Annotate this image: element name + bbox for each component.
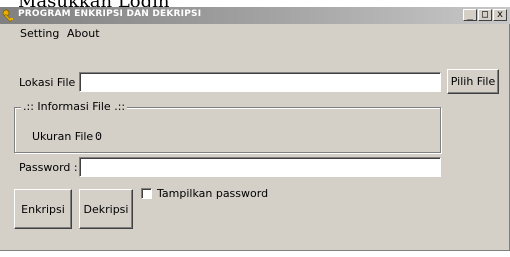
menu-setting[interactable]: Setting bbox=[20, 27, 59, 40]
file-size-label: Ukuran File : bbox=[32, 130, 101, 143]
file-info-group: .:: Informasi File .:: Ukuran File : 0 bbox=[14, 100, 441, 153]
file-info-legend: .:: Informasi File .:: bbox=[21, 100, 128, 113]
menu-bar: Setting About bbox=[0, 24, 510, 44]
app-key-icon bbox=[2, 8, 16, 22]
maximize-button[interactable]: □ bbox=[478, 9, 492, 21]
file-location-input[interactable] bbox=[79, 72, 441, 92]
file-size-value: 0 bbox=[95, 130, 102, 143]
password-input[interactable] bbox=[79, 157, 441, 177]
title-bar[interactable]: PROGRAM ENKRIPSI DAN DEKRIPSI _ □ x bbox=[0, 7, 510, 24]
decrypt-button[interactable]: Dekripsi bbox=[79, 189, 133, 229]
password-label: Password : bbox=[19, 161, 78, 174]
close-button[interactable]: x bbox=[493, 9, 507, 21]
file-location-label: Lokasi File : bbox=[19, 76, 83, 89]
minimize-button[interactable]: _ bbox=[463, 9, 477, 21]
show-password-label[interactable]: Tampilkan password bbox=[157, 187, 268, 200]
encrypt-button[interactable]: Enkripsi bbox=[14, 189, 72, 229]
choose-file-button[interactable]: Pilih File bbox=[447, 69, 499, 94]
main-window: PROGRAM ENKRIPSI DAN DEKRIPSI _ □ x Sett… bbox=[0, 7, 510, 251]
window-title: PROGRAM ENKRIPSI DAN DEKRIPSI bbox=[18, 9, 202, 19]
menu-about[interactable]: About bbox=[67, 27, 100, 40]
show-password-checkbox[interactable] bbox=[141, 188, 152, 199]
